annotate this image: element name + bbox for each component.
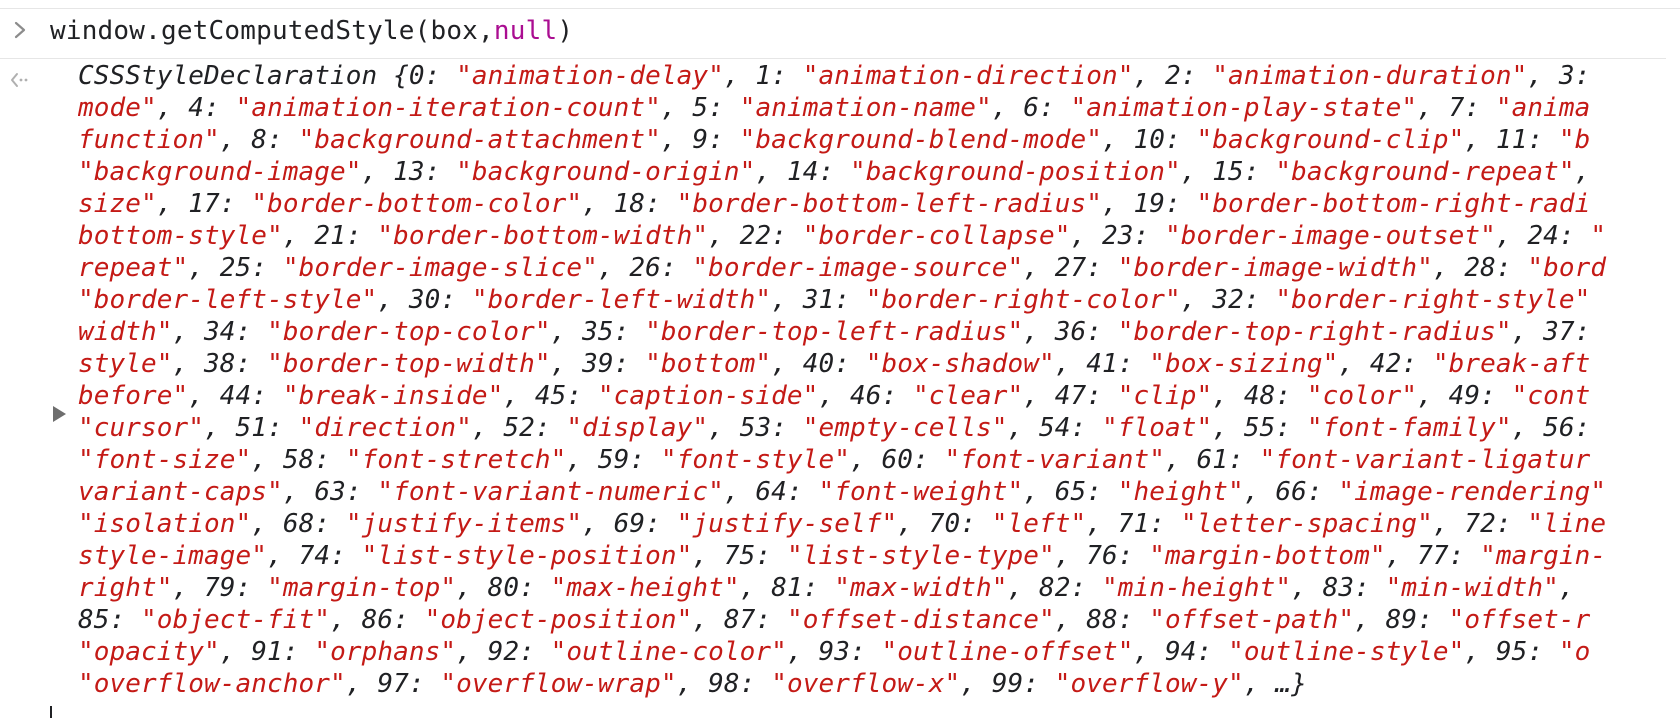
result-arrow-icon — [8, 68, 32, 92]
object-preview-line: variant-caps", 63: "font-variant-numeric… — [78, 477, 1607, 507]
chevron-right-icon — [10, 20, 30, 40]
object-preview-line: width", 34: "border-top-color", 35: "bor… — [78, 317, 1607, 347]
object-preview-line: style-image", 74: "list-style-position",… — [78, 541, 1607, 571]
object-preview-line: "isolation", 68: "justify-items", 69: "j… — [78, 509, 1607, 539]
expand-triangle-icon[interactable] — [50, 405, 68, 423]
object-preview-line: "cursor", 51: "direction", 52: "display"… — [78, 413, 1607, 443]
object-preview-line: right", 79: "margin-top", 80: "max-heigh… — [78, 573, 1591, 603]
css-style-declaration-object[interactable]: CSSStyleDeclaration {0: "animation-delay… — [78, 60, 1666, 700]
object-preview-line: style", 38: "border-top-width", 39: "bot… — [78, 349, 1591, 379]
command-null-keyword: null — [493, 16, 558, 46]
object-preview-line: repeat", 25: "border-image-slice", 26: "… — [78, 253, 1607, 283]
object-preview-line: "font-size", 58: "font-stretch", 59: "fo… — [78, 445, 1591, 475]
object-preview-line: "opacity", 91: "orphans", 92: "outline-c… — [78, 637, 1591, 667]
object-preview-line: mode", 4: "animation-iteration-count", 5… — [78, 93, 1591, 123]
console-input-entry[interactable]: window.getComputedStyle(box,null) — [0, 8, 1666, 59]
object-preview-line: before", 44: "break-inside", 45: "captio… — [78, 381, 1591, 411]
object-preview-line: size", 17: "border-bottom-color", 18: "b… — [78, 189, 1591, 219]
object-preview-line: bottom-style", 21: "border-bottom-width"… — [78, 221, 1607, 251]
object-preview-line: 85: "object-fit", 86: "object-position",… — [78, 605, 1591, 635]
object-preview-line: "border-left-style", 30: "border-left-wi… — [78, 285, 1591, 315]
command-prefix: window.getComputedStyle(box, — [50, 16, 494, 46]
console-command-text: window.getComputedStyle(box,null) — [50, 14, 573, 48]
command-suffix: ) — [557, 16, 574, 46]
object-preview-line: "overflow-anchor", 97: "overflow-wrap", … — [78, 669, 1307, 699]
console-caret — [50, 706, 52, 718]
object-preview-line: function", 8: "background-attachment", 9… — [78, 125, 1591, 155]
console-result-entry: CSSStyleDeclaration {0: "animation-delay… — [0, 60, 1666, 700]
object-preview-line: CSSStyleDeclaration {0: "animation-delay… — [78, 61, 1607, 91]
object-preview-line: "background-image", 13: "background-orig… — [78, 157, 1607, 187]
